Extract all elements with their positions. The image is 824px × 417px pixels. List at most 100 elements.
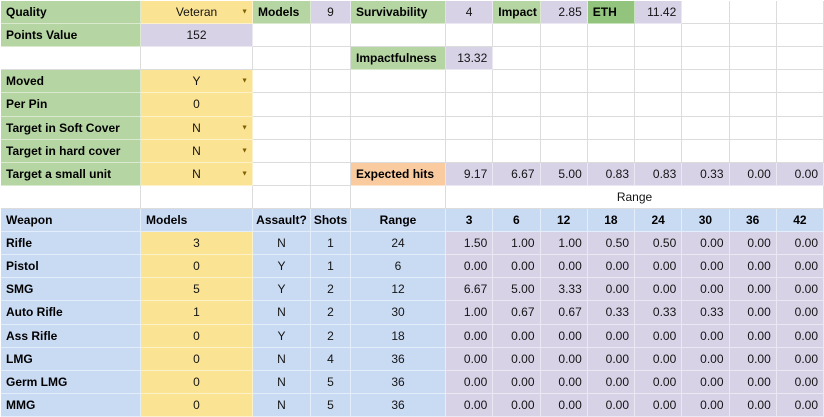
empty-cell [311,139,351,163]
weapon-assault-value: N [253,232,311,256]
empty-cell [493,93,541,117]
weapon-assault-value: N [253,370,311,394]
soft-cover-label: Target in Soft Cover [1,116,141,140]
empty-cell [729,139,777,163]
weapon-range-value: 18 [351,324,446,348]
empty-cell [446,139,494,163]
empty-cell [776,139,824,163]
weapon-hits-value: 0.00 [587,347,635,371]
small-unit-value: N [192,166,201,181]
empty-cell [635,139,683,163]
weapon-name: Pistol [1,255,141,279]
weapon-hits-value: 0.00 [446,347,494,371]
weapon-hits-value: 0.00 [682,347,730,371]
empty-cell [587,47,635,71]
weapon-hits-value: 0.50 [635,232,683,256]
expected-hits-value: 6.67 [493,162,541,186]
weapon-models-input[interactable]: 0 [141,324,253,348]
range-value-header: 24 [635,208,683,233]
weapon-hits-value: 0.00 [729,278,777,302]
empty-cell [253,185,311,209]
empty-cell [776,47,824,71]
small-unit-label: Target a small unit [1,162,141,186]
empty-cell [540,47,588,71]
expected-hits-value: 0.00 [776,162,824,186]
weapon-hits-value: 0.00 [446,370,494,394]
empty-cell [493,116,541,140]
expected-hits-value: 0.83 [587,162,635,186]
weapon-hits-value: 0.00 [493,255,541,279]
weapon-models-input[interactable]: 0 [141,255,253,279]
eth-label: ETH [587,1,635,25]
weapon-hits-value: 0.00 [540,370,588,394]
weapon-hits-value: 0.00 [493,324,541,348]
weapon-hits-value: 0.00 [446,255,494,279]
soft-cover-select[interactable]: N ▼ [141,116,253,140]
empty-cell [311,93,351,117]
weapon-hits-value: 0.33 [587,301,635,325]
weapon-models-input[interactable]: 0 [141,370,253,394]
weapon-assault-value: Y [253,278,311,302]
empty-cell [253,162,311,186]
survivability-value: 4 [446,1,494,25]
empty-cell [540,70,588,94]
weapon-hits-value: 0.00 [729,232,777,256]
weapon-hits-value: 3.33 [540,278,588,302]
weapon-hits-value: 0.00 [682,370,730,394]
impactfulness-label: Impactfulness [351,47,446,71]
impact-label: Impact [493,1,541,25]
weapon-models-input[interactable]: 5 [141,278,253,302]
dropdown-arrow-icon[interactable]: ▼ [241,124,248,131]
weapon-shots-value: 5 [311,370,351,394]
weapon-hits-value: 0.00 [729,324,777,348]
empty-cell [776,116,824,140]
moved-value: Y [192,74,201,89]
empty-cell [540,24,588,48]
weapon-hits-value: 5.00 [493,278,541,302]
empty-cell [729,1,777,25]
empty-cell [351,116,446,140]
quality-select[interactable]: Veteran ▼ [141,1,253,25]
weapon-hits-value: 0.00 [540,393,588,417]
weapon-hits-value: 0.00 [682,255,730,279]
dropdown-arrow-icon[interactable]: ▼ [241,170,248,177]
weapon-hits-value: 0.00 [776,278,824,302]
assault-column-header: Assault? [253,208,311,233]
empty-cell [446,116,494,140]
empty-cell [776,24,824,48]
hard-cover-select[interactable]: N ▼ [141,139,253,163]
range-value-header: 18 [587,208,635,233]
empty-cell [253,139,311,163]
weapon-hits-value: 6.67 [446,278,494,302]
weapon-models-input[interactable]: 3 [141,232,253,256]
expected-hits-value: 5.00 [540,162,588,186]
weapon-models-input[interactable]: 0 [141,393,253,417]
range-value-header: 6 [493,208,541,233]
weapon-hits-value: 0.00 [635,393,683,417]
empty-cell [635,70,683,94]
empty-cell [253,24,311,48]
dropdown-arrow-icon[interactable]: ▼ [241,9,248,16]
weapon-hits-value: 0.00 [682,232,730,256]
weapon-shots-value: 2 [311,278,351,302]
empty-cell [1,47,141,71]
weapon-assault-value: N [253,347,311,371]
weapon-models-input[interactable]: 0 [141,347,253,371]
expected-hits-value: 0.33 [682,162,730,186]
empty-cell [311,116,351,140]
dropdown-arrow-icon[interactable]: ▼ [241,147,248,154]
moved-select[interactable]: Y ▼ [141,70,253,94]
dropdown-arrow-icon[interactable]: ▼ [241,78,248,85]
empty-cell [682,70,730,94]
weapon-models-input[interactable]: 1 [141,301,253,325]
weapon-hits-value: 0.00 [540,324,588,348]
empty-cell [351,93,446,117]
weapon-hits-value: 0.00 [776,255,824,279]
hard-cover-label: Target in hard cover [1,139,141,163]
small-unit-select[interactable]: N ▼ [141,162,253,186]
empty-cell [587,24,635,48]
hard-cover-value: N [192,143,201,158]
weapon-hits-value: 0.00 [493,370,541,394]
empty-cell [446,24,494,48]
per-pin-input[interactable]: 0 [141,93,253,117]
